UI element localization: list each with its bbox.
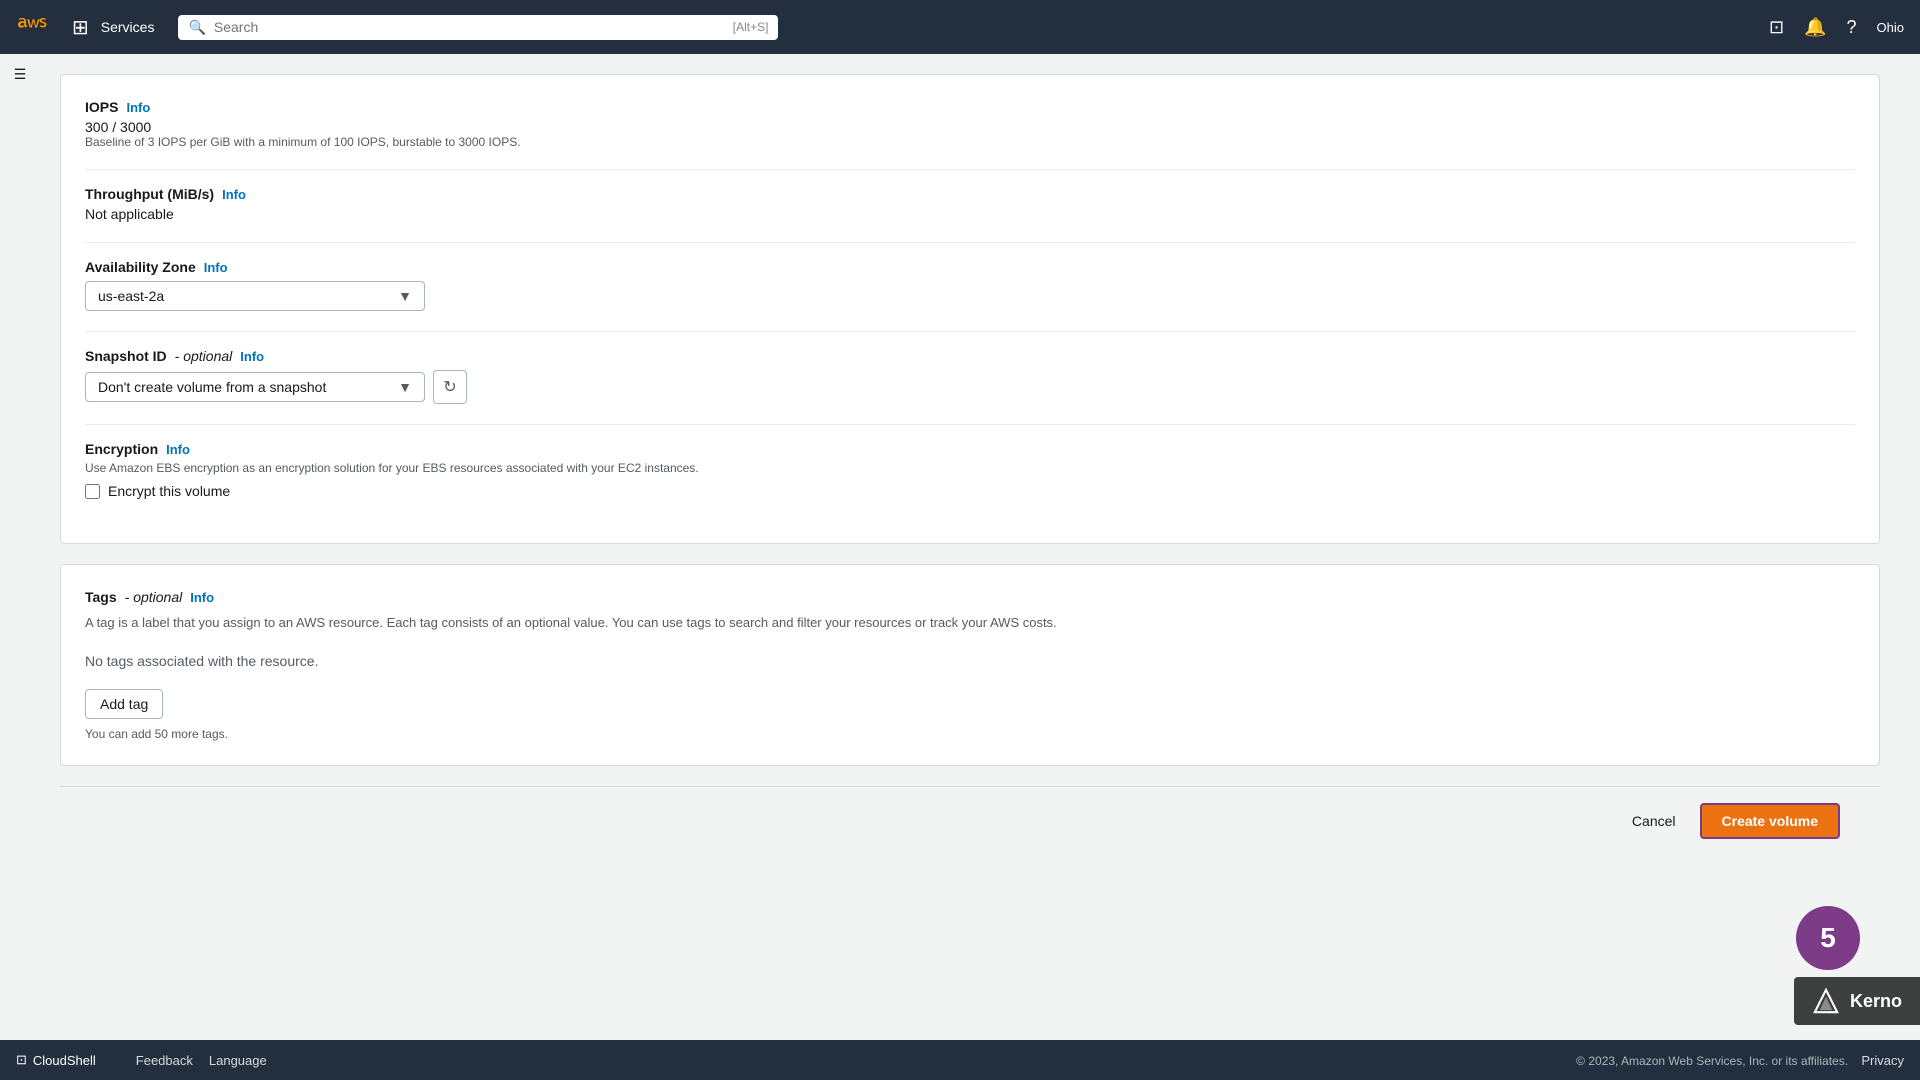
az-select[interactable]: us-east-2a ▼ bbox=[85, 281, 425, 311]
kerno-label: Kerno bbox=[1850, 991, 1902, 1012]
throughput-section: Throughput (MiB/s) Info Not applicable bbox=[85, 186, 1855, 222]
snapshot-selected-value: Don't create volume from a snapshot bbox=[98, 379, 326, 395]
tags-label: Tags - optional Info bbox=[85, 589, 1855, 605]
encryption-label: Encryption Info bbox=[85, 441, 1855, 457]
cloudshell-footer-label: CloudShell bbox=[33, 1053, 96, 1068]
language-link[interactable]: Language bbox=[209, 1053, 267, 1068]
encrypt-checkbox[interactable] bbox=[85, 484, 100, 499]
snapshot-refresh-button[interactable]: ↻ bbox=[433, 370, 467, 404]
az-label: Availability Zone Info bbox=[85, 259, 1855, 275]
search-bar[interactable]: 🔍 [Alt+S] bbox=[178, 15, 778, 40]
iops-section: IOPS Info 300 / 3000 Baseline of 3 IOPS … bbox=[85, 99, 1855, 149]
refresh-icon: ↻ bbox=[443, 377, 456, 397]
search-shortcut: [Alt+S] bbox=[733, 20, 769, 34]
az-info-link[interactable]: Info bbox=[204, 260, 228, 275]
volume-config-card: IOPS Info 300 / 3000 Baseline of 3 IOPS … bbox=[60, 74, 1880, 544]
grid-menu-icon[interactable]: ⊞ bbox=[72, 15, 89, 40]
az-selected-value: us-east-2a bbox=[98, 288, 164, 304]
iops-hint: Baseline of 3 IOPS per GiB with a minimu… bbox=[85, 135, 1855, 149]
tags-card: Tags - optional Info A tag is a label th… bbox=[60, 564, 1880, 766]
encryption-description: Use Amazon EBS encryption as an encrypti… bbox=[85, 461, 1855, 475]
search-icon: 🔍 bbox=[188, 19, 205, 36]
throughput-label-text: Throughput (MiB/s) bbox=[85, 186, 214, 202]
iops-label-text: IOPS bbox=[85, 99, 118, 115]
encryption-label-text: Encryption bbox=[85, 441, 158, 457]
top-navigation: ⊞ Services 🔍 [Alt+S] ⊡ 🔔 ? Ohio bbox=[0, 0, 1920, 54]
kerno-logo-icon bbox=[1812, 987, 1840, 1015]
create-volume-button[interactable]: Create volume bbox=[1700, 803, 1840, 839]
az-select-wrapper: us-east-2a ▼ bbox=[85, 281, 1855, 311]
footer-links: Feedback Language bbox=[136, 1053, 267, 1068]
snapshot-select[interactable]: Don't create volume from a snapshot ▼ bbox=[85, 372, 425, 402]
hamburger-icon: ☰ bbox=[14, 66, 27, 83]
snapshot-label: Snapshot ID - optional Info bbox=[85, 348, 1855, 364]
tags-info-link[interactable]: Info bbox=[190, 590, 214, 605]
cloudshell-icon[interactable]: ⊡ bbox=[1769, 17, 1784, 38]
help-icon[interactable]: ? bbox=[1847, 17, 1857, 38]
iops-value: 300 / 3000 bbox=[85, 119, 1855, 135]
divider-2 bbox=[85, 242, 1855, 243]
encrypt-checkbox-row: Encrypt this volume bbox=[85, 483, 1855, 499]
feedback-link[interactable]: Feedback bbox=[136, 1053, 193, 1068]
cloudshell-footer-icon: ⊡ bbox=[16, 1052, 27, 1068]
sidebar-toggle[interactable]: ☰ bbox=[0, 54, 40, 94]
snapshot-optional-text: - optional bbox=[175, 348, 233, 364]
availability-zone-section: Availability Zone Info us-east-2a ▼ bbox=[85, 259, 1855, 311]
divider-1 bbox=[85, 169, 1855, 170]
bell-icon[interactable]: 🔔 bbox=[1804, 17, 1826, 38]
services-link[interactable]: Services bbox=[101, 19, 155, 35]
page-footer: ⊡ CloudShell Feedback Language © 2023, A… bbox=[0, 1040, 1920, 1080]
snapshot-chevron-icon: ▼ bbox=[398, 379, 412, 395]
snapshot-info-link[interactable]: Info bbox=[240, 349, 264, 364]
snapshot-select-wrapper: Don't create volume from a snapshot ▼ ↻ bbox=[85, 370, 1855, 404]
cloudshell-footer[interactable]: ⊡ CloudShell bbox=[16, 1052, 96, 1068]
cancel-button[interactable]: Cancel bbox=[1620, 807, 1688, 835]
no-tags-message: No tags associated with the resource. bbox=[85, 653, 1855, 669]
main-wrapper: IOPS Info 300 / 3000 Baseline of 3 IOPS … bbox=[0, 54, 1920, 1040]
add-tag-button[interactable]: Add tag bbox=[85, 689, 163, 719]
aws-logo[interactable] bbox=[16, 9, 52, 45]
encryption-info-link[interactable]: Info bbox=[166, 442, 190, 457]
snapshot-label-text: Snapshot ID bbox=[85, 348, 167, 364]
tags-footer-hint: You can add 50 more tags. bbox=[85, 727, 1855, 741]
divider-3 bbox=[85, 331, 1855, 332]
encrypt-checkbox-label[interactable]: Encrypt this volume bbox=[108, 483, 230, 499]
copyright-text: © 2023, Amazon Web Services, Inc. or its… bbox=[1576, 1054, 1848, 1068]
divider-4 bbox=[85, 424, 1855, 425]
step-badge: 5 bbox=[1796, 906, 1860, 970]
snapshot-id-section: Snapshot ID - optional Info Don't create… bbox=[85, 348, 1855, 404]
iops-label: IOPS Info bbox=[85, 99, 1855, 115]
iops-info-link[interactable]: Info bbox=[126, 100, 150, 115]
az-label-text: Availability Zone bbox=[85, 259, 196, 275]
content-area: IOPS Info 300 / 3000 Baseline of 3 IOPS … bbox=[0, 54, 1920, 1040]
throughput-value: Not applicable bbox=[85, 206, 1855, 222]
nav-right: ⊡ 🔔 ? Ohio bbox=[1769, 17, 1904, 38]
throughput-info-link[interactable]: Info bbox=[222, 187, 246, 202]
privacy-link[interactable]: Privacy bbox=[1861, 1053, 1904, 1068]
action-bar: Cancel Create volume bbox=[60, 786, 1880, 855]
kerno-watermark: Kerno bbox=[1794, 977, 1920, 1025]
throughput-label: Throughput (MiB/s) Info bbox=[85, 186, 1855, 202]
encryption-section: Encryption Info Use Amazon EBS encryptio… bbox=[85, 441, 1855, 499]
tags-description: A tag is a label that you assign to an A… bbox=[85, 613, 1855, 633]
az-chevron-icon: ▼ bbox=[398, 288, 412, 304]
region-selector[interactable]: Ohio bbox=[1877, 20, 1904, 35]
search-input[interactable] bbox=[214, 19, 725, 35]
tags-optional-text: - optional bbox=[125, 589, 183, 605]
footer-copyright: © 2023, Amazon Web Services, Inc. or its… bbox=[1576, 1053, 1904, 1068]
tags-label-text: Tags bbox=[85, 589, 117, 605]
